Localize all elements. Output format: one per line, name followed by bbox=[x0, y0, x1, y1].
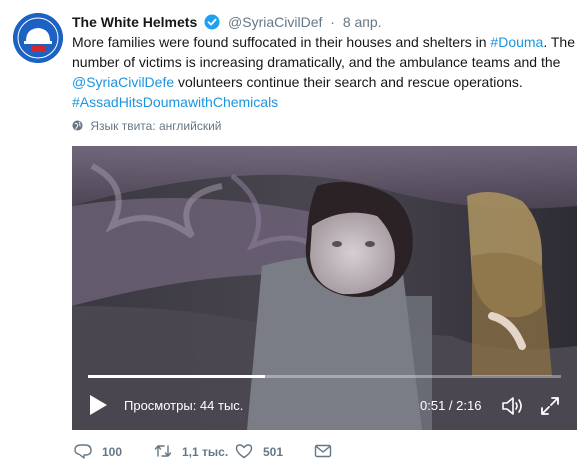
tweet: The White Helmets @SyriaCivilDef · 8 апр… bbox=[0, 0, 588, 461]
tweet-language: Язык твита: английский bbox=[72, 118, 221, 134]
video-view-count: Просмотры: 44 тыс. bbox=[124, 398, 244, 413]
video-progress-fill bbox=[88, 375, 266, 378]
tweet-text-segment: . The bbox=[543, 34, 575, 50]
retweet-count: 1,1 тыс. bbox=[182, 445, 229, 459]
reply-icon bbox=[74, 444, 92, 459]
video-frame bbox=[72, 146, 577, 430]
reply-count: 100 bbox=[102, 445, 123, 459]
tweet-text-segment: More families were found suffocated in t… bbox=[72, 34, 491, 50]
video-player[interactable]: Просмотры: 44 тыс. 0:51 / 2:16 bbox=[72, 146, 577, 430]
tweet-text-line-3: @SyriaCivilDefe volunteers continue thei… bbox=[72, 72, 580, 92]
separator-dot: · bbox=[330, 14, 335, 30]
mention-syriacivildefe[interactable]: @SyriaCivilDefe bbox=[72, 74, 174, 90]
account-name[interactable]: The White Helmets bbox=[72, 14, 197, 30]
verified-badge-icon bbox=[204, 14, 220, 30]
like-icon bbox=[235, 444, 253, 459]
hashtag-assadhitsdoumawithchemicals[interactable]: #AssadHitsDoumawithChemicals bbox=[72, 94, 278, 110]
avatar[interactable] bbox=[13, 13, 63, 63]
tweet-date[interactable]: 8 апр. bbox=[343, 14, 382, 30]
retweet-icon bbox=[154, 445, 172, 457]
globe-icon bbox=[72, 120, 83, 131]
tweet-language-label: Язык твита: английский bbox=[90, 119, 222, 133]
like-count: 501 bbox=[263, 445, 284, 459]
hashtag-douma[interactable]: #Douma bbox=[490, 34, 543, 50]
tweet-text: More families were found suffocated in t… bbox=[72, 32, 580, 112]
tweet-text-line-1: More families were found suffocated in t… bbox=[72, 32, 580, 52]
tweet-header: The White Helmets @SyriaCivilDef · 8 апр… bbox=[72, 12, 382, 32]
direct-message-icon bbox=[314, 444, 332, 458]
video-progress-bar[interactable] bbox=[88, 375, 561, 378]
tweet-text-segment: volunteers continue their search and res… bbox=[174, 74, 523, 90]
volume-icon[interactable] bbox=[502, 396, 524, 416]
fullscreen-icon[interactable] bbox=[540, 396, 560, 416]
play-icon[interactable] bbox=[88, 394, 108, 416]
account-handle[interactable]: @SyriaCivilDef bbox=[228, 14, 322, 30]
white-helmets-logo-icon bbox=[13, 13, 63, 63]
tweet-text-line-2: number of victims is increasing dramatic… bbox=[72, 54, 561, 70]
video-time: 0:51 / 2:16 bbox=[420, 398, 482, 413]
tweet-text-line-4: #AssadHitsDoumawithChemicals bbox=[72, 92, 580, 112]
